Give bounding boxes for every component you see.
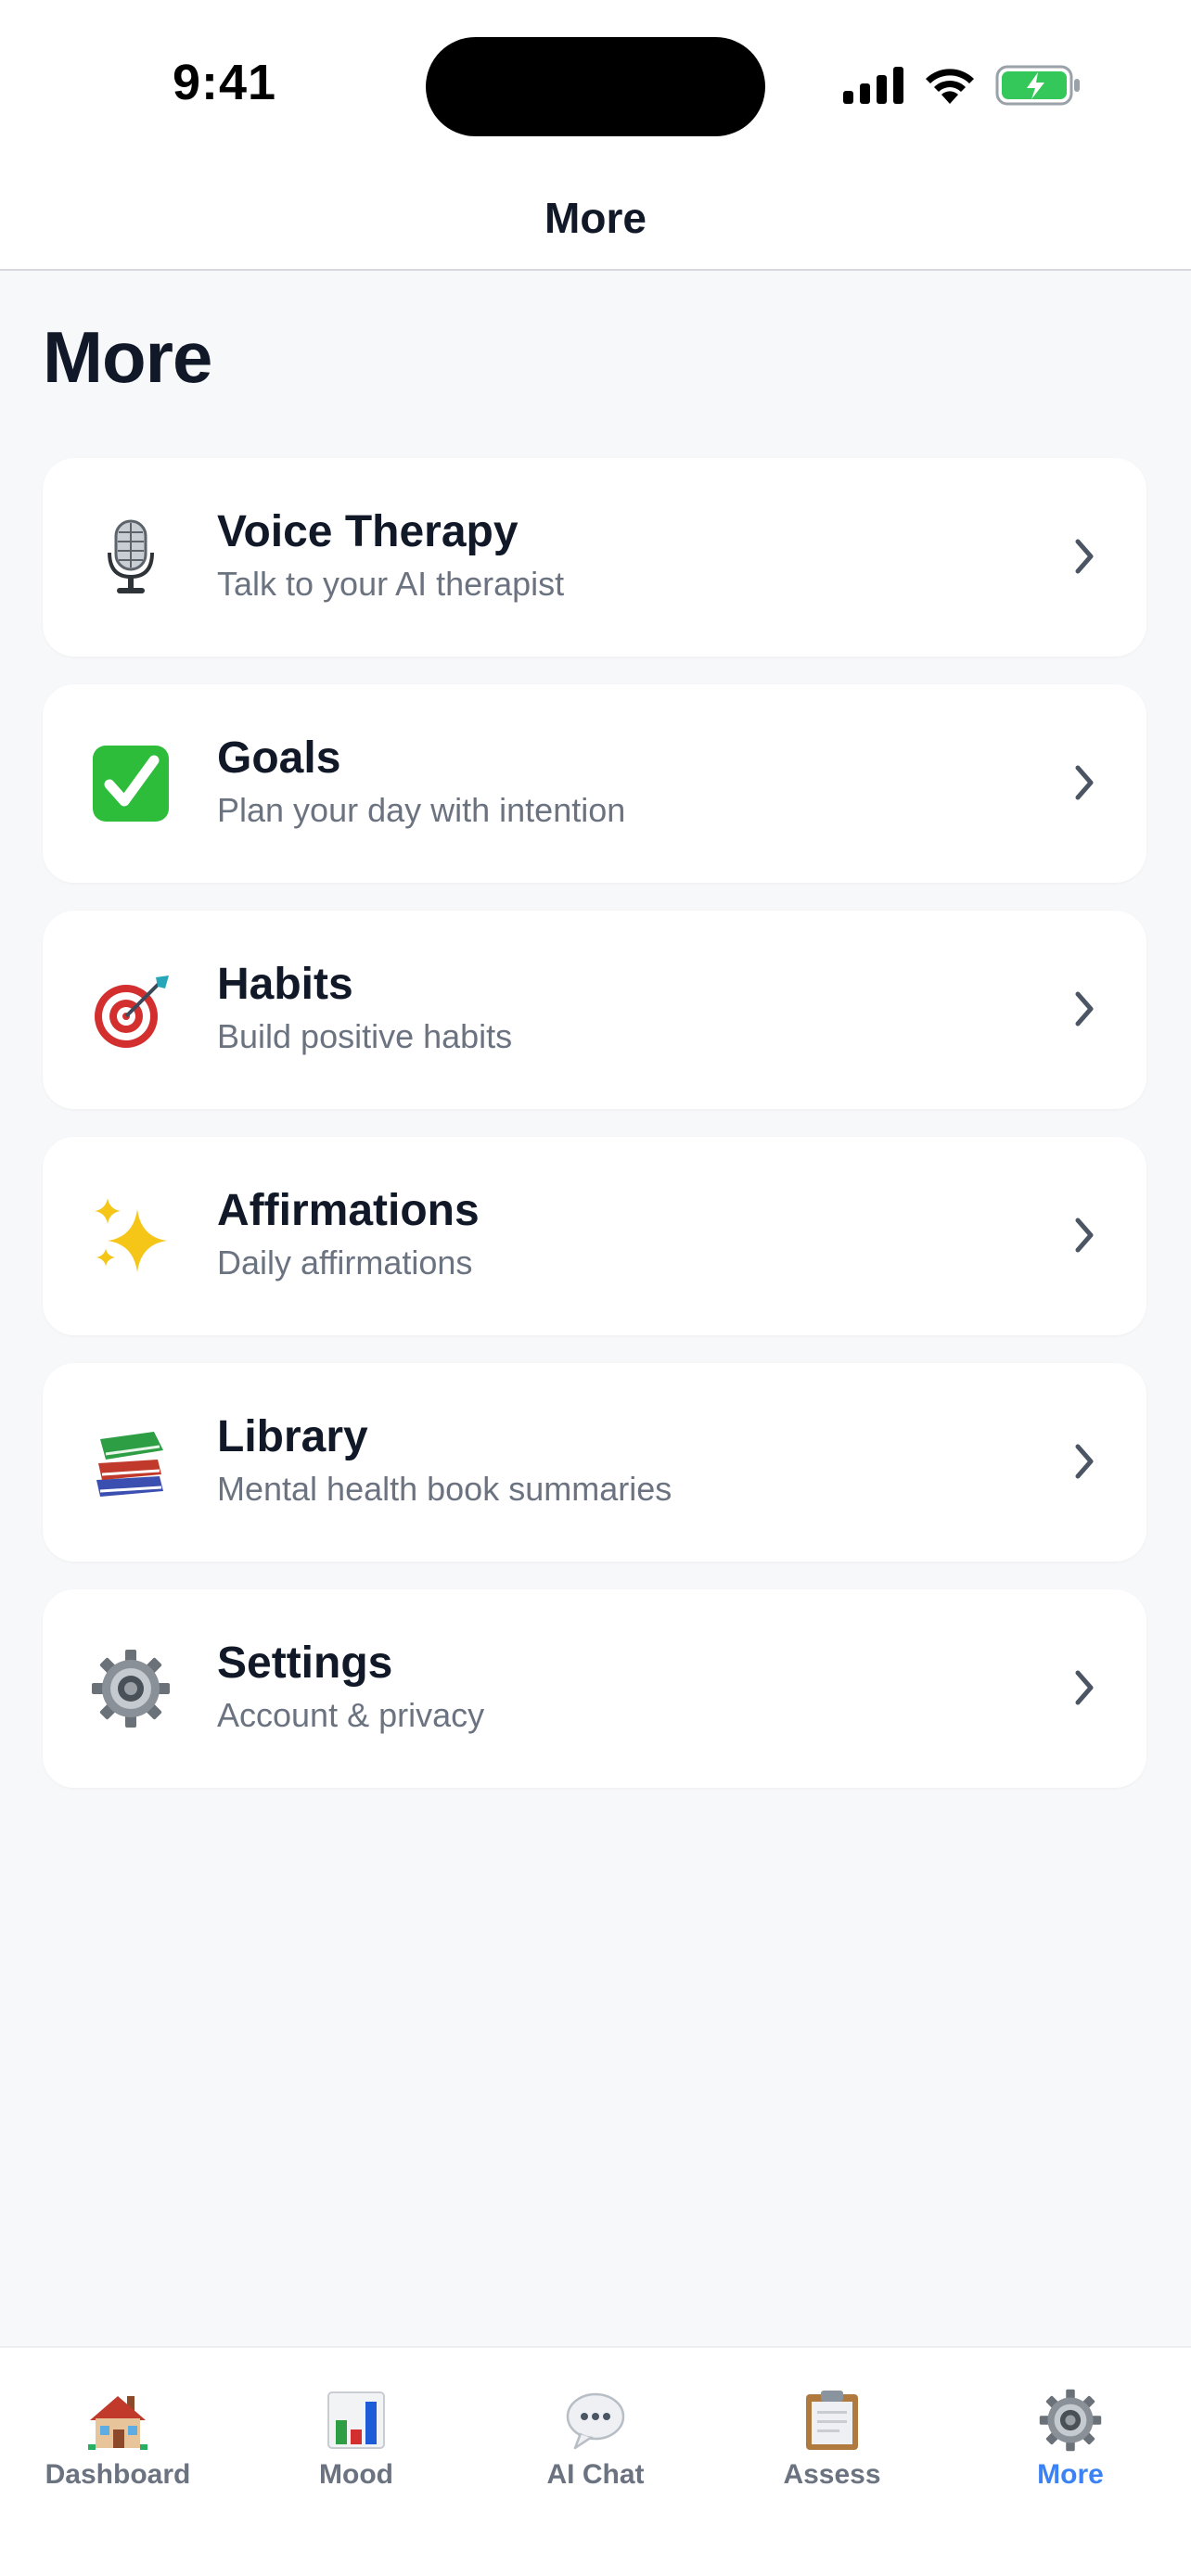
gear-icon bbox=[92, 1650, 170, 1728]
battery-charging-icon bbox=[995, 65, 1080, 106]
signal-icon bbox=[843, 67, 903, 104]
menu-item-goals[interactable]: Goals Plan your day with intention bbox=[43, 684, 1146, 883]
navigation-header: More bbox=[0, 176, 1191, 271]
tab-label: Mood bbox=[319, 2459, 393, 2490]
menu-item-habits[interactable]: Habits Build positive habits bbox=[43, 911, 1146, 1109]
tab-more[interactable]: More bbox=[968, 2389, 1172, 2491]
tab-assess[interactable]: Assess bbox=[730, 2389, 934, 2491]
books-icon bbox=[96, 1432, 163, 1497]
speech-bubble-icon bbox=[566, 2392, 625, 2450]
tab-label: AI Chat bbox=[546, 2459, 645, 2490]
chevron-right-icon bbox=[1075, 539, 1094, 574]
tab-mood[interactable]: Mood bbox=[254, 2389, 458, 2491]
gear-icon bbox=[1039, 2389, 1102, 2452]
dynamic-island bbox=[426, 37, 765, 136]
menu-item-subtitle: Account & privacy bbox=[217, 1696, 485, 1734]
menu-item-subtitle: Plan your day with intention bbox=[217, 791, 626, 829]
menu-item-subtitle: Mental health book summaries bbox=[217, 1470, 672, 1508]
chevron-right-icon bbox=[1075, 1218, 1094, 1253]
menu-item-library[interactable]: Library Mental health book summaries bbox=[43, 1363, 1146, 1562]
more-screen: 9:41 More More Voice Therapy Talk to you… bbox=[0, 0, 1191, 2576]
menu-item-subtitle: Talk to your AI therapist bbox=[217, 565, 565, 603]
tab-ai-chat[interactable]: AI Chat bbox=[493, 2389, 698, 2491]
wifi-icon bbox=[926, 69, 974, 104]
tab-bar: Dashboard Mood AI Chat Assess More bbox=[0, 2346, 1191, 2576]
menu-item-subtitle: Daily affirmations bbox=[217, 1243, 473, 1282]
status-bar: 9:41 bbox=[0, 0, 1191, 176]
chevron-right-icon bbox=[1075, 1444, 1094, 1479]
chevron-right-icon bbox=[1075, 991, 1094, 1027]
menu-item-title: Voice Therapy bbox=[217, 507, 519, 556]
chevron-right-icon bbox=[1075, 1670, 1094, 1705]
tab-label-active: More bbox=[1037, 2459, 1104, 2490]
menu-item-voice-therapy[interactable]: Voice Therapy Talk to your AI therapist bbox=[43, 458, 1146, 657]
house-icon bbox=[88, 2396, 147, 2450]
check-mark-icon bbox=[93, 746, 169, 822]
nav-title: More bbox=[544, 194, 647, 242]
menu-item-title: Habits bbox=[217, 960, 353, 1009]
tab-label: Dashboard bbox=[45, 2459, 191, 2490]
page-title: More bbox=[43, 316, 212, 398]
menu-item-title: Settings bbox=[217, 1639, 393, 1688]
sparkles-icon bbox=[95, 1198, 167, 1272]
tab-label: Assess bbox=[783, 2459, 881, 2490]
microphone-icon bbox=[108, 519, 154, 593]
target-icon bbox=[95, 976, 169, 1048]
menu-item-affirmations[interactable]: Affirmations Daily affirmations bbox=[43, 1137, 1146, 1335]
menu-item-settings[interactable]: Settings Account & privacy bbox=[43, 1589, 1146, 1788]
menu-item-title: Library bbox=[217, 1412, 368, 1461]
chevron-right-icon bbox=[1075, 765, 1094, 800]
status-time: 9:41 bbox=[173, 55, 277, 110]
menu-item-title: Goals bbox=[217, 733, 341, 783]
menu-list: Voice Therapy Talk to your AI therapist … bbox=[43, 458, 1146, 1816]
clipboard-icon bbox=[806, 2391, 858, 2450]
bar-chart-icon bbox=[327, 2391, 385, 2449]
menu-item-subtitle: Build positive habits bbox=[217, 1017, 513, 1055]
tab-dashboard[interactable]: Dashboard bbox=[16, 2389, 220, 2491]
menu-item-title: Affirmations bbox=[217, 1186, 480, 1235]
